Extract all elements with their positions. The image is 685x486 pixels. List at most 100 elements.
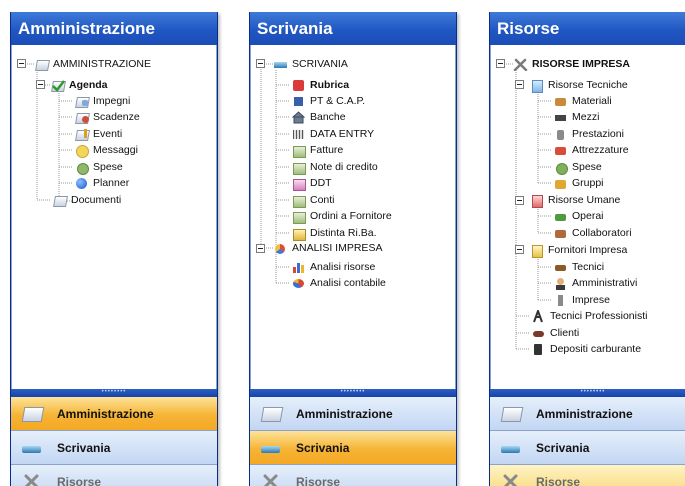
collapse-toggle[interactable] xyxy=(36,80,45,89)
tree-item-pt-cap[interactable]: PT & C.A.P. xyxy=(291,93,365,109)
tree-item-label: Fatture xyxy=(310,144,344,156)
tree-item-spese[interactable]: Spese xyxy=(74,159,123,175)
tree-item-fornitori-impresa[interactable]: Fornitori Impresa xyxy=(529,242,627,258)
tree-item-analisi-impresa[interactable]: ANALISI IMPRESA xyxy=(273,240,382,256)
nav-button-risorse[interactable]: Risorse xyxy=(250,465,456,486)
gruppi-icon xyxy=(553,177,568,190)
panel-risorse: Risorse RISORSE IMPRESA Risorse Tecniche xyxy=(489,12,685,486)
tree-item-eventi[interactable]: Eventi xyxy=(74,126,122,142)
splitter-handle[interactable]: •••••••• xyxy=(490,389,685,397)
collapse-toggle[interactable] xyxy=(256,59,265,68)
tree-item-depositi-carburante[interactable]: Depositi carburante xyxy=(531,341,641,357)
collapse-toggle[interactable] xyxy=(256,244,265,253)
collapse-toggle[interactable] xyxy=(17,59,26,68)
tree-item-documenti[interactable]: Documenti xyxy=(52,192,121,208)
ddt-icon xyxy=(291,177,306,191)
tree-item-tecnici-professionisti[interactable]: Tecnici Professionisti xyxy=(531,307,647,324)
tree-item-imprese[interactable]: Imprese xyxy=(553,292,610,308)
collaboratori-icon xyxy=(553,227,568,240)
tree-item-ddt[interactable]: DDT xyxy=(291,175,332,191)
tree-item-label: Risorse Umane xyxy=(548,194,621,206)
risorse-umane-icon xyxy=(529,194,544,208)
tree-item-analisi-contabile[interactable]: Analisi contabile xyxy=(291,275,386,291)
tree-item-label: RISORSE IMPRESA xyxy=(532,58,631,70)
tree-item-label: Impegni xyxy=(93,95,131,107)
tecnici-icon xyxy=(553,261,568,274)
tree-item-analisi-risorse[interactable]: Analisi risorse xyxy=(291,259,375,275)
analisi-risorse-icon xyxy=(291,261,306,274)
tree-item-ordini-a-fornitore[interactable]: Ordini a Fornitore xyxy=(291,208,392,224)
splitter-handle[interactable]: •••••••• xyxy=(11,389,217,397)
tree-item-spese[interactable]: Spese xyxy=(553,159,602,175)
nav-button-amministrazione[interactable]: Amministrazione xyxy=(11,397,217,431)
tree-item-label: Spese xyxy=(572,161,602,173)
scrivania-icon xyxy=(500,439,522,457)
nav-button-amministrazione[interactable]: Amministrazione xyxy=(490,397,685,431)
nav-button-scrivania[interactable]: Scrivania xyxy=(250,431,456,465)
nav-button-risorse[interactable]: Risorse xyxy=(11,465,217,486)
nav-button-scrivania[interactable]: Scrivania xyxy=(490,431,685,465)
tree-item-scadenze[interactable]: Scadenze xyxy=(74,109,140,125)
tree-item-clienti[interactable]: Clienti xyxy=(531,325,579,341)
nav-button-amministrazione[interactable]: Amministrazione xyxy=(250,397,456,431)
collapse-toggle[interactable] xyxy=(496,59,505,68)
tree-item-operai[interactable]: Operai xyxy=(553,208,604,224)
tree-item-amministrazione[interactable]: AMMINISTRAZIONE xyxy=(34,56,151,72)
spese-icon xyxy=(553,161,568,175)
tree-item-collaboratori[interactable]: Collaboratori xyxy=(553,225,632,241)
tree-item-label: Gruppi xyxy=(572,177,604,189)
collapse-toggle[interactable] xyxy=(515,80,524,89)
tree-item-label: Planner xyxy=(93,177,130,189)
tree-item-data-entry[interactable]: DATA ENTRY xyxy=(291,126,374,142)
fornitori-icon xyxy=(529,244,544,258)
tree-item-scrivania[interactable]: SCRIVANIA xyxy=(273,56,348,72)
collapse-toggle[interactable] xyxy=(515,245,524,254)
tree-item-fatture[interactable]: Fatture xyxy=(291,142,343,158)
tree-item-tecnici[interactable]: Tecnici xyxy=(553,259,604,275)
collapse-toggle[interactable] xyxy=(515,196,524,205)
tree-item-planner[interactable]: Planner xyxy=(74,175,129,191)
tree-item-materiali[interactable]: Materiali xyxy=(553,93,612,109)
tree-item-banche[interactable]: Banche xyxy=(291,109,346,125)
tree-item-conti[interactable]: Conti xyxy=(291,192,335,208)
tree-item-label: Note di credito xyxy=(310,161,378,173)
tree-item-risorse-tecniche[interactable]: Risorse Tecniche xyxy=(529,77,628,93)
amministrazione-icon xyxy=(500,405,524,423)
tree-item-label: Depositi carburante xyxy=(550,343,642,355)
tree-item-label: Amministrativi xyxy=(572,277,638,289)
nav-button-scrivania[interactable]: Scrivania xyxy=(11,431,217,465)
operai-icon xyxy=(553,210,568,223)
tree-item-risorse-impresa[interactable]: RISORSE IMPRESA xyxy=(513,56,630,72)
tree-item-label: Analisi contabile xyxy=(310,277,386,289)
tree-item-note-di-credito[interactable]: Note di credito xyxy=(291,159,378,175)
tree-item-messaggi[interactable]: Messaggi xyxy=(74,142,138,158)
tree-item-label: Risorse Tecniche xyxy=(548,79,628,91)
tree-item-amministrativi[interactable]: Amministrativi xyxy=(553,275,637,291)
tree-item-mezzi[interactable]: Mezzi xyxy=(553,109,599,125)
tree-item-risorse-umane[interactable]: Risorse Umane xyxy=(529,192,620,208)
tree-item-prestazioni[interactable]: Prestazioni xyxy=(553,126,624,142)
tree-item-label: SCRIVANIA xyxy=(292,58,348,70)
tree-item-rubrica[interactable]: Rubrica xyxy=(291,77,349,93)
tree-item-impegni[interactable]: Impegni xyxy=(74,93,130,109)
nav-button-risorse[interactable]: Risorse xyxy=(490,465,685,486)
tree-item-label: Operai xyxy=(572,210,604,222)
tree-item-label: AMMINISTRAZIONE xyxy=(53,58,152,70)
tree-item-distinta-riba[interactable]: Distinta Ri.Ba. xyxy=(291,225,377,241)
panel-title: Amministrazione xyxy=(11,12,217,45)
tree-view: SCRIVANIA Rubrica PT & C.A.P. Banche DAT… xyxy=(250,45,456,390)
tree-item-attrezzature[interactable]: Attrezzature xyxy=(553,142,629,158)
nav-button-label: Scrivania xyxy=(536,440,590,455)
note-credito-icon xyxy=(291,161,306,175)
tree-view: RISORSE IMPRESA Risorse Tecniche Materia… xyxy=(490,45,685,390)
risorse-icon xyxy=(260,473,282,486)
depositi-carburante-icon xyxy=(531,343,546,356)
splitter-handle[interactable]: •••••••• xyxy=(250,389,456,397)
tree-item-agenda[interactable]: Agenda xyxy=(50,77,108,93)
agenda-check-icon xyxy=(50,79,66,92)
tools-icon xyxy=(513,58,528,71)
panel-amministrazione: Amministrazione AMMINISTRAZIONE Agenda I… xyxy=(10,12,218,486)
impegni-icon xyxy=(74,95,90,108)
tree-item-gruppi[interactable]: Gruppi xyxy=(553,175,604,191)
folder-doc-icon xyxy=(34,58,50,71)
